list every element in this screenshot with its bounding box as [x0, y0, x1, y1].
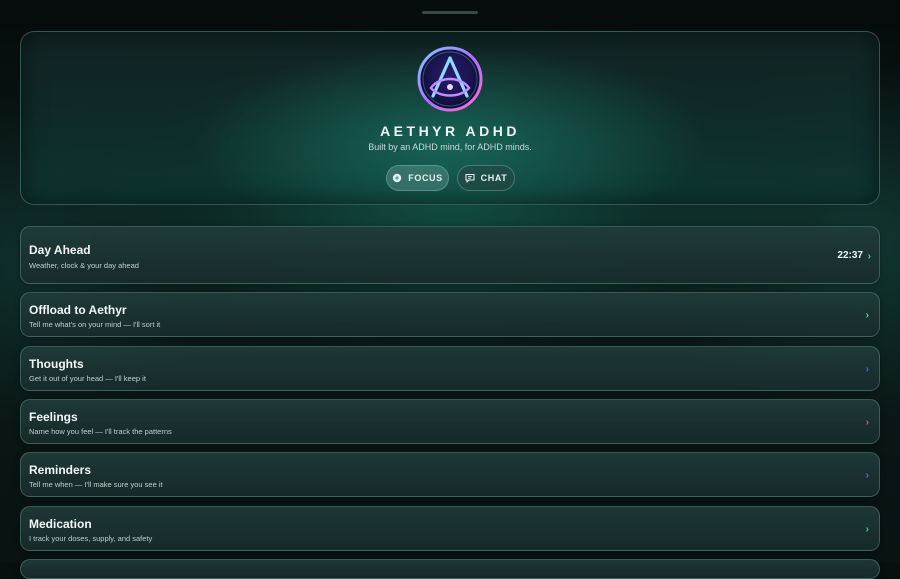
chat-button-label: CHAT [481, 173, 508, 183]
chevron-right-icon: › [868, 251, 871, 262]
app-tagline: Built by an ADHD mind, for ADHD minds. [0, 142, 900, 152]
focus-button-label: FOCUS [408, 173, 443, 183]
drag-handle[interactable] [422, 11, 478, 14]
card-medication[interactable]: Medication I track your doses, supply, a… [20, 506, 880, 551]
card-thoughts[interactable]: Thoughts Get it out of your head — I'll … [20, 346, 880, 391]
chevron-right-icon: › [866, 364, 869, 375]
card-subtitle: Tell me what's on your mind — I'll sort … [29, 320, 160, 329]
card-subtitle: I track your doses, supply, and safety [29, 534, 152, 543]
card-title: Day Ahead [29, 243, 91, 257]
card-offload[interactable]: Offload to Aethyr Tell me what's on your… [20, 292, 880, 337]
focus-icon [392, 173, 402, 183]
card-feelings[interactable]: Feelings Name how you feel — I'll track … [20, 399, 880, 444]
card-title: Offload to Aethyr [29, 303, 127, 317]
focus-button[interactable]: FOCUS [386, 165, 449, 191]
chevron-right-icon: › [866, 524, 869, 535]
card-subtitle: Tell me when — I'll make sure you see it [29, 480, 163, 489]
card-title: Reminders [29, 463, 91, 477]
card-title: Feelings [29, 410, 78, 424]
chat-bubble-icon [465, 173, 475, 183]
chevron-right-icon: › [866, 470, 869, 481]
clock-time: 22:37 [837, 250, 863, 261]
chevron-right-icon: › [866, 310, 869, 321]
app-title: AETHYR ADHD [0, 123, 900, 139]
aethyr-logo-icon [417, 46, 483, 112]
card-reminders[interactable]: Reminders Tell me when — I'll make sure … [20, 452, 880, 497]
card-next-partial[interactable] [20, 559, 880, 579]
card-subtitle: Name how you feel — I'll track the patte… [29, 427, 172, 436]
chevron-right-icon: › [866, 417, 869, 428]
card-title: Thoughts [29, 357, 84, 371]
chat-button[interactable]: CHAT [457, 165, 515, 191]
card-day-ahead[interactable]: Day Ahead Weather, clock & your day ahea… [20, 226, 880, 284]
card-subtitle: Weather, clock & your day ahead [29, 261, 139, 270]
card-title: Medication [29, 517, 92, 531]
card-subtitle: Get it out of your head — I'll keep it [29, 374, 146, 383]
